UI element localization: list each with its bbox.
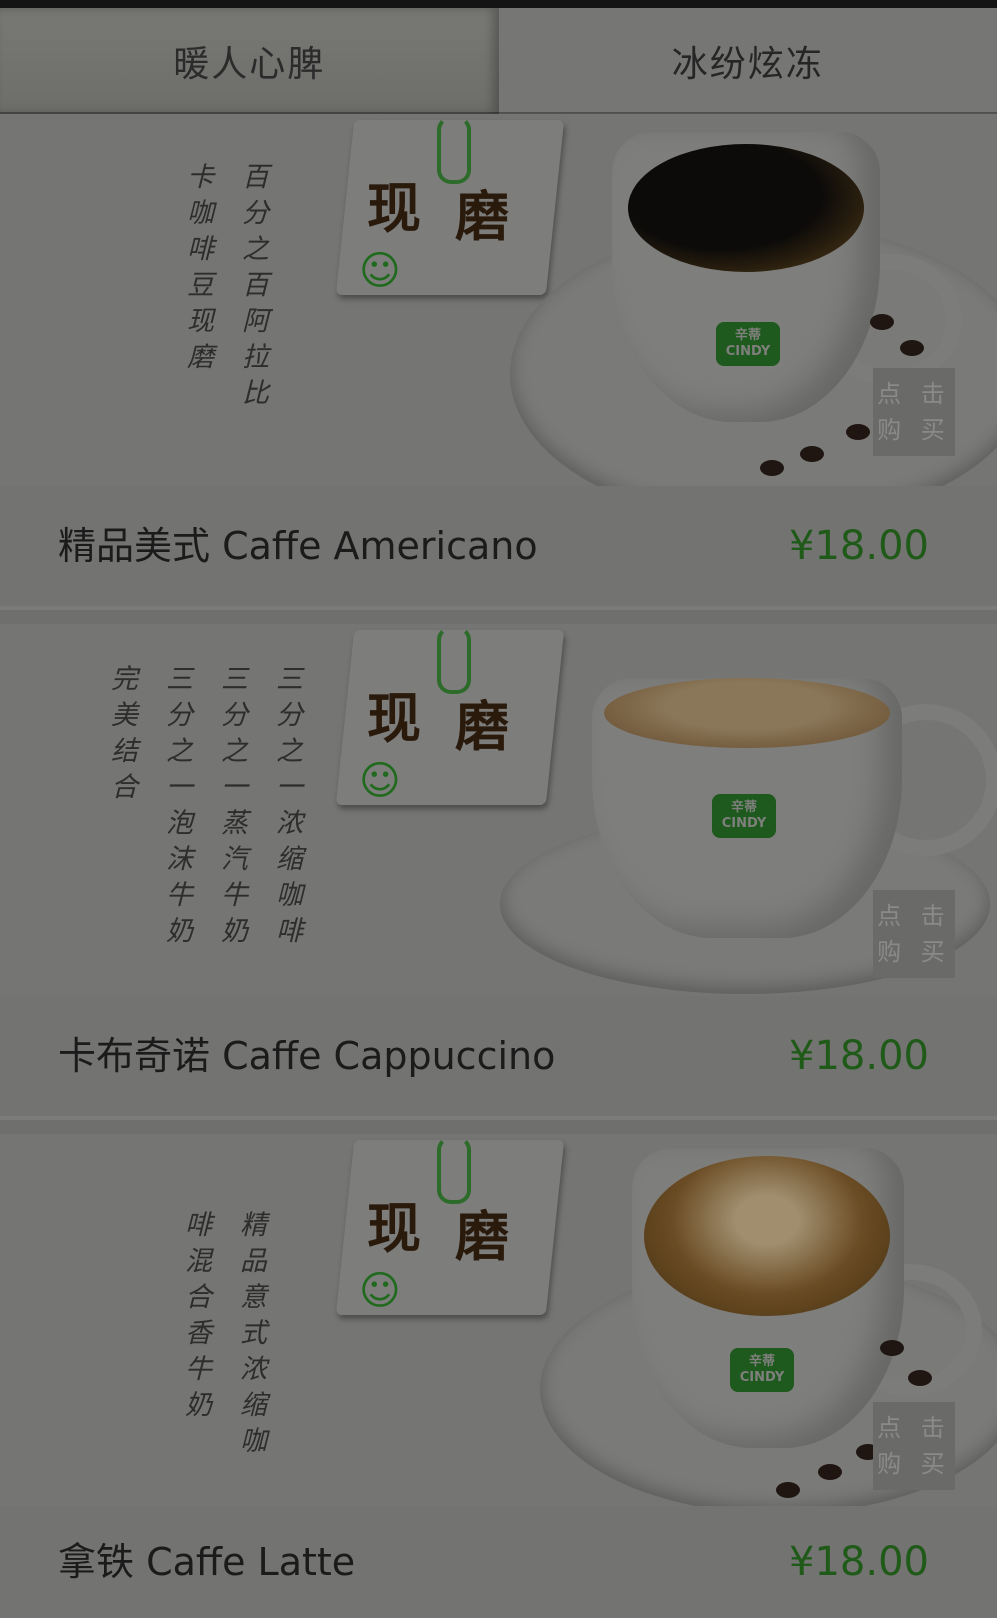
card-divider (0, 1116, 997, 1120)
poem-line: 啡混合香牛奶 (180, 1210, 211, 1426)
status-bar (0, 0, 997, 8)
product-price: ¥18.00 (789, 1033, 929, 1079)
product-card-latte[interactable]: 精品意式浓缩咖 啡混合香牛奶 现 磨 ☺ 辛蒂 CINDY 点 击购 买 拿铁 … (0, 1134, 997, 1618)
product-image[interactable]: 三分之一浓缩咖啡 三分之一蒸汽牛奶 三分之一泡沫牛奶 完美结合 现 磨 ☺ 辛蒂… (0, 624, 997, 996)
cindy-logo: 辛蒂 CINDY (730, 1348, 794, 1392)
tab-warm-drinks[interactable]: 暖人心脾 (0, 8, 499, 114)
card-divider (0, 606, 997, 610)
coffee-bean (846, 424, 870, 440)
poem-line: 三分之一浓缩咖啡 (271, 664, 302, 952)
product-card-americano[interactable]: 百分之百阿拉比 卡咖啡豆现磨 现 磨 ☺ 辛蒂 CINDY 点 击购 买 精品美… (0, 114, 997, 610)
coffee-bean (870, 314, 894, 330)
smiley-icon: ☺ (359, 1268, 401, 1314)
fresh-ground-tag: 现 磨 ☺ (335, 626, 565, 810)
smiley-icon: ☺ (359, 758, 401, 804)
poem-line: 完美结合 (106, 664, 137, 808)
coffee-bean (818, 1464, 842, 1480)
product-name: 精品美式 Caffe Americano (58, 524, 538, 568)
buy-button[interactable]: 点 击购 买 (873, 368, 955, 456)
smiley-icon: ☺ (359, 248, 401, 294)
product-info-bar[interactable]: 拿铁 Caffe Latte ¥18.00 (0, 1506, 997, 1618)
poem-line: 卡咖啡豆现磨 (182, 162, 213, 378)
cindy-logo: 辛蒂 CINDY (716, 322, 780, 366)
product-image[interactable]: 百分之百阿拉比 卡咖啡豆现磨 现 磨 ☺ 辛蒂 CINDY 点 击购 买 (0, 114, 997, 486)
poem-line: 精品意式浓缩咖 (235, 1210, 266, 1462)
coffee-bean (880, 1340, 904, 1356)
poem-line: 三分之一蒸汽牛奶 (216, 664, 247, 952)
product-name: 卡布奇诺 Caffe Cappuccino (58, 1034, 556, 1078)
buy-button[interactable]: 点 击购 买 (873, 1402, 955, 1490)
product-info-bar[interactable]: 精品美式 Caffe Americano ¥18.00 (0, 486, 997, 606)
product-poem: 三分之一浓缩咖啡 三分之一蒸汽牛奶 三分之一泡沫牛奶 完美结合 (102, 664, 306, 952)
product-info-bar[interactable]: 卡布奇诺 Caffe Cappuccino ¥18.00 (0, 996, 997, 1116)
fresh-ground-tag: 现 磨 ☺ (335, 1136, 565, 1320)
product-price: ¥18.00 (789, 1539, 929, 1585)
product-card-cappuccino[interactable]: 三分之一浓缩咖啡 三分之一蒸汽牛奶 三分之一泡沫牛奶 完美结合 现 磨 ☺ 辛蒂… (0, 624, 997, 1120)
coffee-bean (900, 340, 924, 356)
product-image[interactable]: 精品意式浓缩咖 啡混合香牛奶 现 磨 ☺ 辛蒂 CINDY 点 击购 买 (0, 1134, 997, 1506)
coffee-bean (776, 1482, 800, 1498)
product-price: ¥18.00 (789, 523, 929, 569)
coffee-bean (800, 446, 824, 462)
buy-button[interactable]: 点 击购 买 (873, 890, 955, 978)
tab-iced-drinks[interactable]: 冰纷炫冻 (498, 8, 997, 114)
poem-line: 三分之一泡沫牛奶 (161, 664, 192, 952)
cindy-logo: 辛蒂 CINDY (712, 794, 776, 838)
product-name: 拿铁 Caffe Latte (58, 1540, 356, 1584)
category-tabs: 暖人心脾 冰纷炫冻 (0, 8, 997, 114)
coffee-bean (908, 1370, 932, 1386)
coffee-bean (760, 460, 784, 476)
fresh-ground-tag: 现 磨 ☺ (335, 116, 565, 300)
product-poem: 百分之百阿拉比 卡咖啡豆现磨 (178, 162, 272, 414)
poem-line: 百分之百阿拉比 (237, 162, 268, 414)
product-poem: 精品意式浓缩咖 啡混合香牛奶 (176, 1210, 270, 1462)
